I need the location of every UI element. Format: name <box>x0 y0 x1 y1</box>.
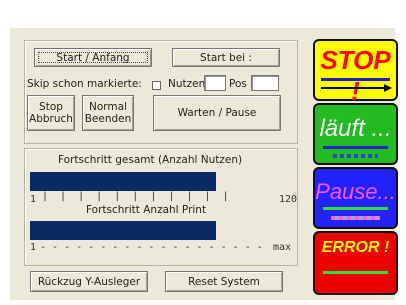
stop-abbruch-label: Stop Abbruch <box>29 101 73 125</box>
rueckzug-button[interactable]: Rückzug Y-Ausleger <box>30 271 148 292</box>
start-anfang-button[interactable]: Start / Anfang <box>34 48 152 67</box>
nutzen-input[interactable] <box>204 75 226 91</box>
status-laeuft: läuft ... <box>313 103 398 165</box>
progress-print-dashes: - - - - - - - - - - - - - - - - - - - <box>40 242 263 253</box>
progress-gesamt-max: 120 <box>279 194 298 205</box>
progress-gesamt-fill <box>30 172 217 191</box>
progress-gesamt-title: Fortschritt gesamt (Anzahl Nutzen) <box>58 154 243 166</box>
pos-label: Pos <box>229 78 247 90</box>
progress-print-bar <box>30 221 292 240</box>
start-bei-button[interactable]: Start bei : <box>172 48 280 67</box>
reset-system-button[interactable]: Reset System <box>165 271 283 292</box>
status-stop-line <box>321 78 390 81</box>
status-pause: Pause... <box>313 167 398 229</box>
progress-gesamt-bar <box>30 172 292 191</box>
status-error-line <box>323 271 388 274</box>
status-error: ERROR ! <box>313 231 398 295</box>
pos-input[interactable] <box>251 75 279 91</box>
status-laeuft-line <box>323 146 388 149</box>
nutzen-label: Nutzen <box>168 78 206 90</box>
progress-print-max: max <box>273 242 292 253</box>
status-pause-dots <box>331 216 380 220</box>
progress-print-title: Fortschritt Anzahl Print <box>86 204 207 216</box>
progress-print-min: 1 <box>30 242 37 253</box>
progress-gesamt-min: 1 <box>30 194 37 205</box>
status-pause-line <box>323 207 388 210</box>
progress-print-fill <box>30 221 217 240</box>
status-error-label: ERROR ! <box>321 239 390 256</box>
progress-gesamt-ticks: | | | | | | | | | | | <box>42 191 229 202</box>
status-laeuft-dots <box>333 154 378 158</box>
status-stop-arrow-icon <box>321 87 386 89</box>
stop-abbruch-button[interactable]: Stop Abbruch <box>27 95 75 131</box>
warten-pause-button[interactable]: Warten / Pause <box>153 95 281 131</box>
status-laeuft-label: läuft ... <box>319 115 392 142</box>
status-pause-label: Pause... <box>315 179 396 204</box>
normal-beenden-button[interactable]: Normal Beenden <box>82 95 134 131</box>
status-stop: STOP ! <box>313 39 398 106</box>
skip-label: Skip schon markierte: <box>27 78 142 90</box>
normal-beenden-label: Normal Beenden <box>84 101 132 125</box>
status-stop-arrowhead <box>384 84 392 92</box>
status-stop-label: STOP ! <box>320 45 391 106</box>
skip-checkbox[interactable] <box>152 81 161 90</box>
